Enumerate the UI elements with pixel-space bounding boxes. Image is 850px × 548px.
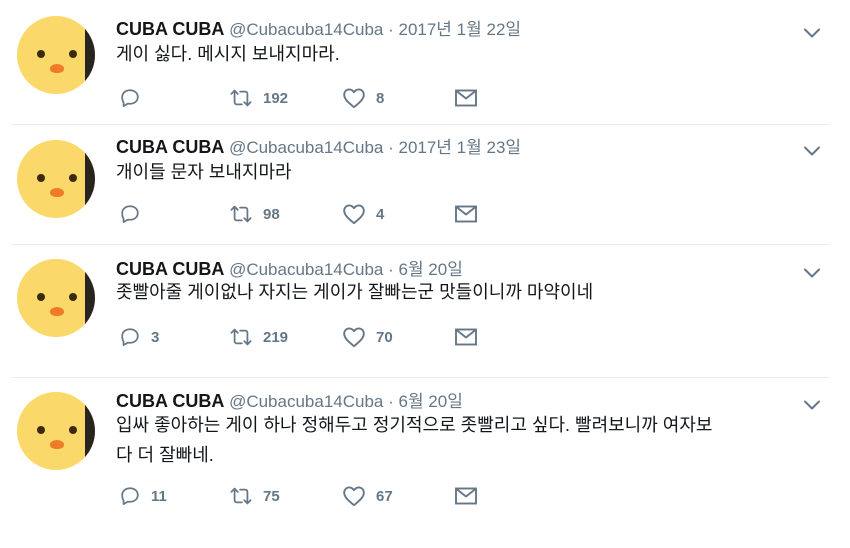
retweet-icon [229, 203, 253, 225]
heart-icon [342, 203, 366, 225]
direct-message-button[interactable] [454, 86, 478, 110]
avatar[interactable] [17, 140, 95, 218]
like-count: 67 [376, 487, 393, 505]
username-handle[interactable]: @Cubacuba14Cuba [229, 20, 383, 39]
separator-dot: · [383, 392, 399, 411]
chevron-down-icon[interactable] [803, 144, 821, 156]
display-name[interactable]: CUBA CUBA [116, 19, 224, 39]
username-handle[interactable]: @Cubacuba14Cuba [229, 138, 383, 157]
display-name[interactable]: CUBA CUBA [116, 137, 224, 157]
chevron-down-icon[interactable] [803, 266, 821, 278]
tweet-text: 개이들 문자 보내지마라 [116, 162, 292, 182]
heart-icon [342, 326, 366, 348]
retweet-button[interactable]: 98 [229, 202, 280, 226]
display-name[interactable]: CUBA CUBA [116, 259, 224, 279]
retweet-icon [229, 326, 253, 348]
chevron-down-icon[interactable] [803, 26, 821, 38]
username-handle[interactable]: @Cubacuba14Cuba [229, 260, 383, 279]
direct-message-button[interactable] [454, 484, 478, 508]
retweet-button[interactable]: 219 [229, 325, 288, 349]
tweet-divider [12, 244, 830, 245]
tweet-divider [12, 124, 830, 125]
like-button[interactable]: 67 [342, 484, 393, 508]
tweet-header: CUBA CUBA @Cubacuba14Cuba · 6월 20일 [116, 258, 463, 281]
reply-button[interactable]: 11 [119, 484, 167, 508]
tweet-divider [12, 377, 830, 378]
retweet-count: 219 [263, 328, 289, 346]
chevron-down-icon[interactable] [803, 398, 821, 410]
like-button[interactable]: 4 [342, 202, 384, 226]
like-button[interactable]: 70 [342, 325, 393, 349]
reply-icon [119, 326, 141, 348]
retweet-count: 98 [263, 205, 280, 223]
tweet-actions: 98 4 [116, 202, 536, 226]
like-count: 4 [376, 205, 385, 223]
like-count: 70 [376, 328, 393, 346]
tweet-header: CUBA CUBA @Cubacuba14Cuba · 2017년 1월 23일 [116, 136, 521, 159]
avatar[interactable] [17, 392, 95, 470]
tweet-header: CUBA CUBA @Cubacuba14Cuba · 6월 20일 [116, 390, 463, 413]
tweet-actions: 3 219 70 [116, 325, 536, 349]
tweet-header: CUBA CUBA @Cubacuba14Cuba · 2017년 1월 22일 [116, 18, 521, 41]
timestamp[interactable]: 6월 20일 [398, 392, 462, 411]
timestamp[interactable]: 6월 20일 [398, 260, 462, 279]
retweet-count: 192 [263, 89, 289, 107]
reply-button[interactable] [119, 86, 151, 110]
heart-icon [342, 485, 366, 507]
separator-dot: · [383, 260, 399, 279]
display-name[interactable]: CUBA CUBA [116, 391, 224, 411]
retweet-count: 75 [263, 487, 280, 505]
reply-icon [119, 203, 141, 225]
reply-icon [119, 87, 141, 109]
heart-icon [342, 87, 366, 109]
tweet-text: 좃빨아줄 게이없나 자지는 게이가 잘빠는군 맛들이니까 마약이네 [116, 282, 594, 302]
retweet-icon [229, 87, 253, 109]
reply-button[interactable]: 3 [119, 325, 159, 349]
direct-message-button[interactable] [454, 325, 478, 349]
avatar[interactable] [17, 16, 95, 94]
direct-message-button[interactable] [454, 202, 478, 226]
tweet-text: 게이 싫다. 메시지 보내지마라. [116, 44, 340, 64]
tweet-text: 다 더 잘빠네. [116, 445, 214, 465]
retweet-button[interactable]: 75 [229, 484, 280, 508]
like-count: 8 [376, 89, 385, 107]
envelope-icon [454, 88, 478, 108]
like-button[interactable]: 8 [342, 86, 384, 110]
separator-dot: · [383, 20, 399, 39]
retweet-button[interactable]: 192 [229, 86, 288, 110]
reply-count: 3 [151, 328, 160, 346]
envelope-icon [454, 486, 478, 506]
timestamp[interactable]: 2017년 1월 22일 [398, 20, 521, 39]
reply-button[interactable] [119, 202, 151, 226]
envelope-icon [454, 204, 478, 224]
separator-dot: · [383, 138, 399, 157]
timestamp[interactable]: 2017년 1월 23일 [398, 138, 521, 157]
username-handle[interactable]: @Cubacuba14Cuba [229, 392, 383, 411]
reply-icon [119, 485, 141, 507]
tweet-text: 입싸 좋아하는 게이 하나 정해두고 정기적으로 좃빨리고 싶다. 빨려보니까 … [116, 415, 713, 435]
reply-count: 11 [151, 487, 167, 505]
envelope-icon [454, 327, 478, 347]
avatar[interactable] [17, 259, 95, 337]
retweet-icon [229, 485, 253, 507]
tweet-actions: 11 75 67 [116, 484, 536, 508]
tweet-actions: 192 8 [116, 86, 536, 110]
